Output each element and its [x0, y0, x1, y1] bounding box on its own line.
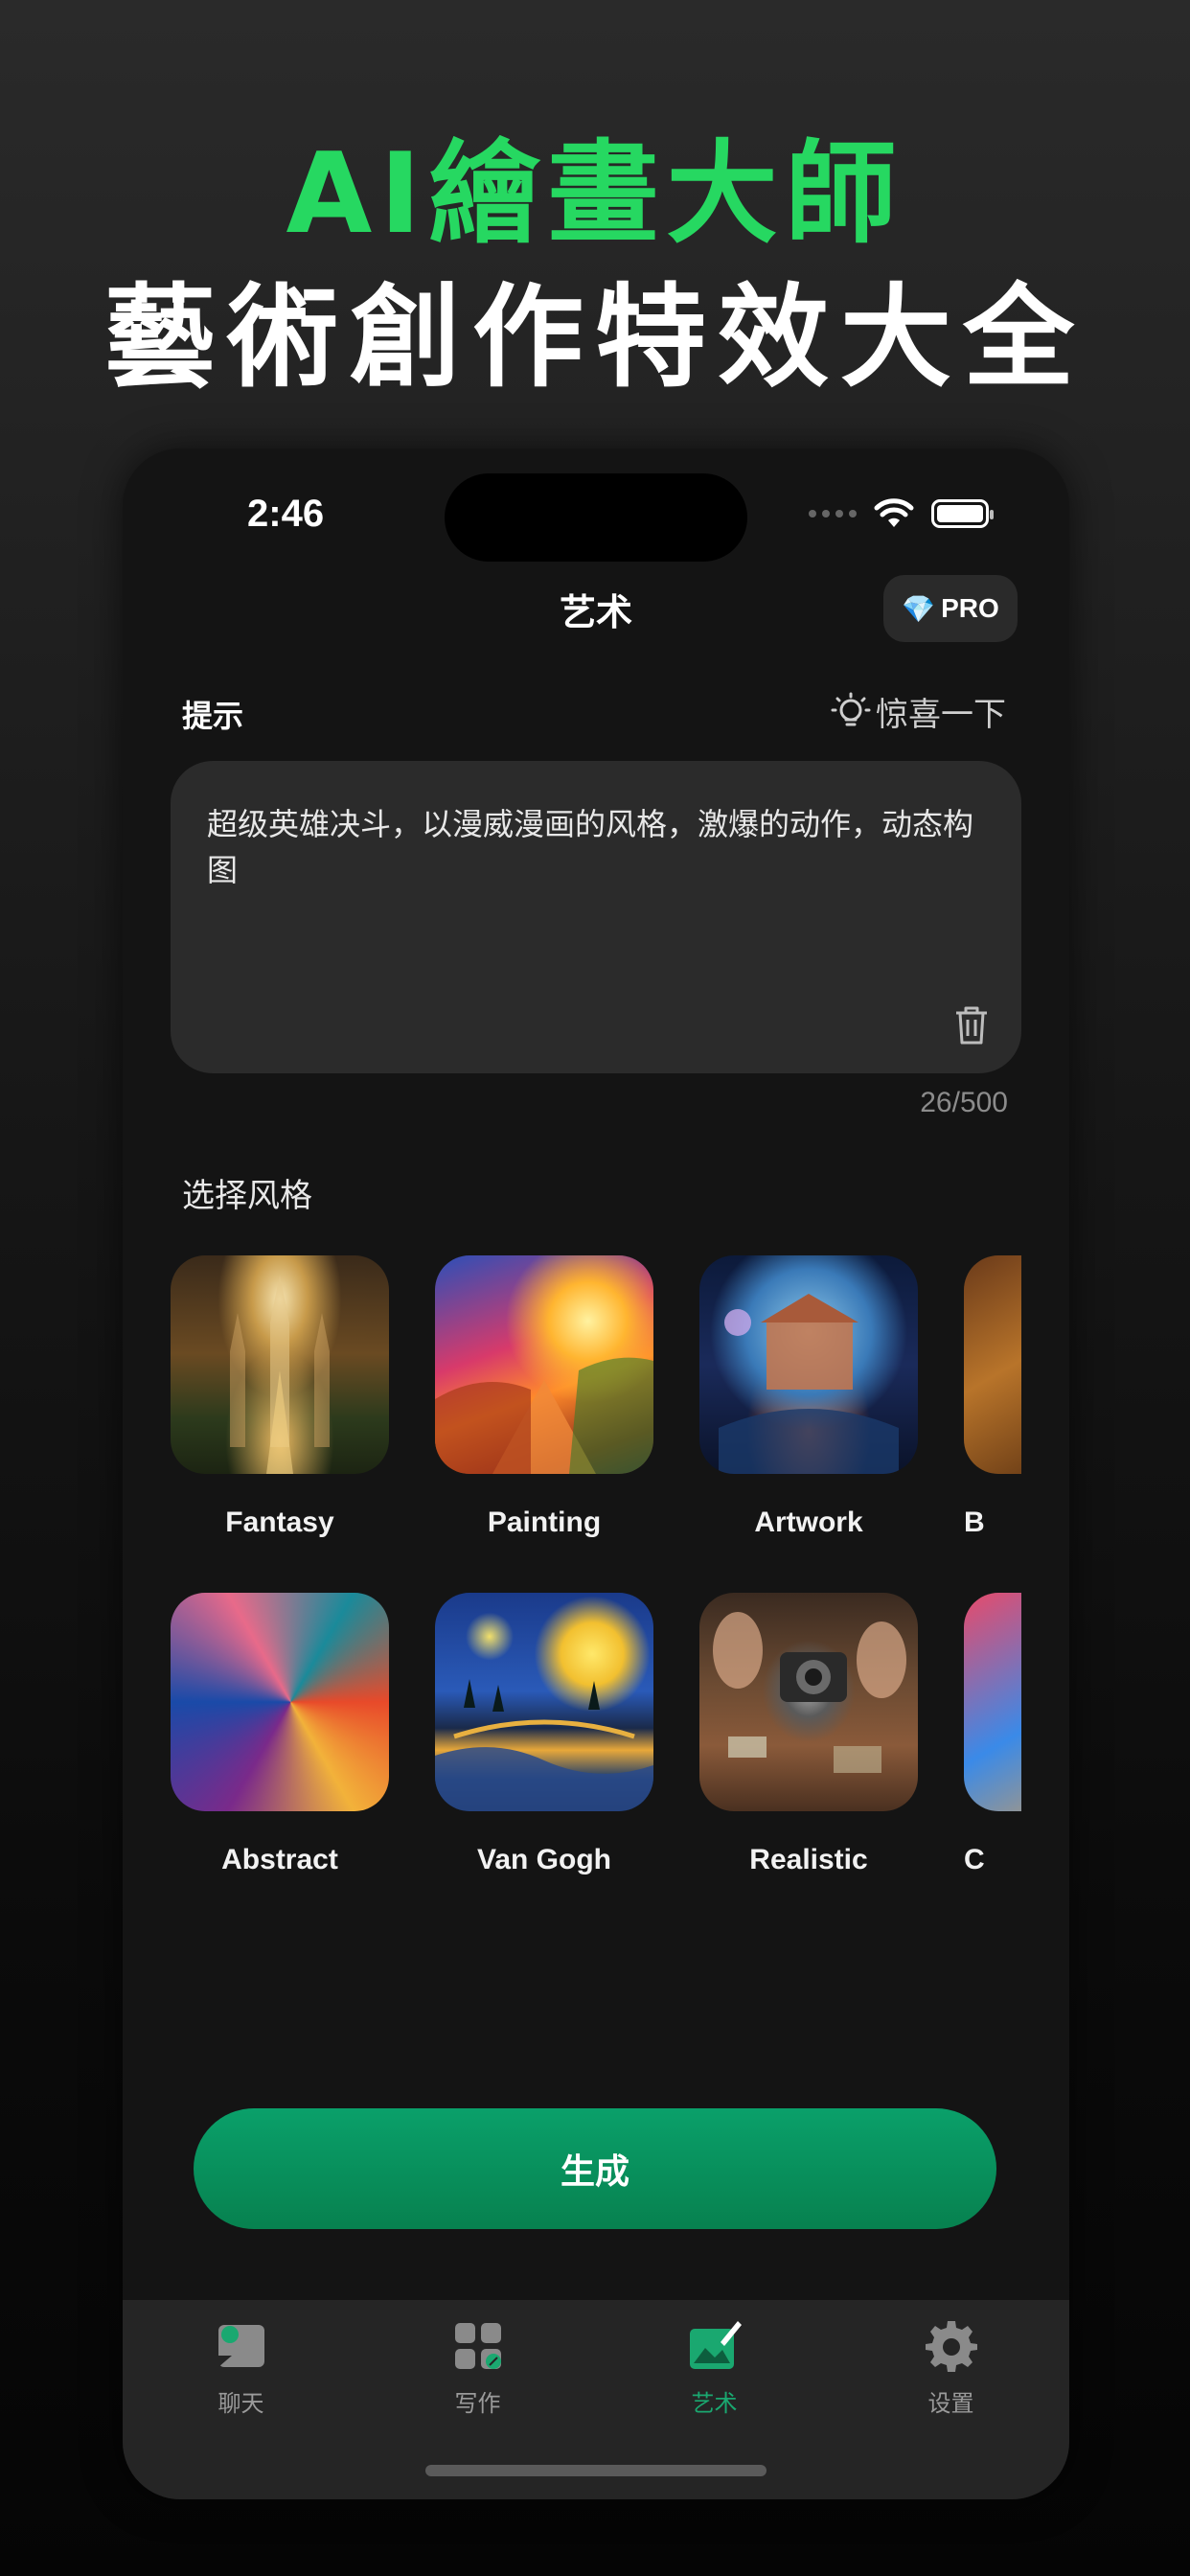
- tab-label: 艺术: [691, 2390, 738, 2417]
- style-name: Realistic: [749, 1844, 868, 1875]
- style-tile-painting[interactable]: Painting: [435, 1255, 653, 1539]
- promo-headline-title: AI繪畫大師: [286, 129, 904, 259]
- vangogh-thumbnail: [435, 1593, 653, 1811]
- phone-frame: 2:46 艺术 💎 PRO 提示 惊喜一下 超级英雄决斗，以漫威漫画的风格，激爆…: [123, 448, 1069, 2499]
- style-tile-fantasy[interactable]: Fantasy: [171, 1255, 389, 1539]
- status-time: 2:46: [247, 493, 325, 535]
- style-thumbnail: [964, 1255, 1021, 1474]
- art-canvas-icon: [689, 2321, 742, 2369]
- dynamic-island: [445, 473, 747, 562]
- tab-chat[interactable]: 聊天: [123, 2300, 359, 2499]
- diamond-icon: 💎: [902, 593, 936, 624]
- fantasy-thumbnail: [171, 1255, 389, 1474]
- style-tile-partial-2[interactable]: C: [964, 1593, 1021, 1876]
- surprise-label: 惊喜一下: [876, 696, 1006, 734]
- style-tile-vangogh[interactable]: Van Gogh: [435, 1593, 653, 1876]
- style-tile-partial-1[interactable]: B: [964, 1255, 1021, 1539]
- home-indicator: [425, 2465, 767, 2476]
- style-row-2: Abstract Van Gogh Realistic C: [171, 1593, 1021, 1909]
- status-icons: [809, 498, 994, 529]
- style-name: Van Gogh: [476, 1844, 611, 1875]
- style-section-label: 选择风格: [182, 1177, 312, 1215]
- style-tile-abstract[interactable]: Abstract: [171, 1593, 389, 1876]
- tab-label: 聊天: [217, 2390, 264, 2417]
- style-name: Abstract: [221, 1844, 338, 1875]
- artwork-thumbnail: [699, 1255, 918, 1474]
- tab-label: 设置: [927, 2390, 974, 2417]
- tab-label: 写作: [454, 2390, 501, 2417]
- signal-dots-icon: [809, 510, 857, 518]
- style-name: Artwork: [754, 1506, 863, 1538]
- gear-icon: [925, 2321, 977, 2372]
- promo-headline-subtitle: 藝術創作特效大全: [104, 273, 1086, 402]
- abstract-thumbnail: [171, 1593, 389, 1811]
- pro-label: PRO: [941, 593, 999, 623]
- writing-grid-icon: [454, 2323, 501, 2369]
- char-count: 26/500: [920, 1087, 1008, 1118]
- lightbulb-icon: [831, 692, 871, 725]
- tab-settings[interactable]: 设置: [833, 2300, 1069, 2499]
- prompt-textarea[interactable]: 超级英雄决斗，以漫威漫画的风格，激爆的动作，动态构图: [171, 761, 1021, 1073]
- painting-thumbnail: [435, 1255, 653, 1474]
- surprise-button[interactable]: 惊喜一下: [830, 688, 1006, 735]
- style-row-1: Fantasy Painting Artwork B: [171, 1255, 1021, 1572]
- style-tile-realistic[interactable]: Realistic: [699, 1593, 918, 1876]
- wifi-icon: [874, 498, 914, 527]
- pro-button[interactable]: 💎 PRO: [883, 575, 1018, 642]
- style-name: Painting: [487, 1506, 602, 1538]
- battery-icon: [931, 499, 994, 528]
- realistic-thumbnail: [699, 1593, 918, 1811]
- prompt-label: 提示: [182, 698, 244, 734]
- prompt-text: 超级英雄决斗，以漫威漫画的风格，激爆的动作，动态构图: [207, 806, 974, 888]
- style-name: B: [964, 1506, 985, 1538]
- style-tile-artwork[interactable]: Artwork: [699, 1255, 918, 1539]
- chat-icon: [217, 2325, 264, 2367]
- trash-icon[interactable]: [952, 1004, 991, 1046]
- style-name: C: [964, 1844, 985, 1875]
- style-thumbnail: [964, 1593, 1021, 1811]
- style-name: Fantasy: [225, 1506, 334, 1538]
- generate-button[interactable]: 生成: [194, 2108, 996, 2229]
